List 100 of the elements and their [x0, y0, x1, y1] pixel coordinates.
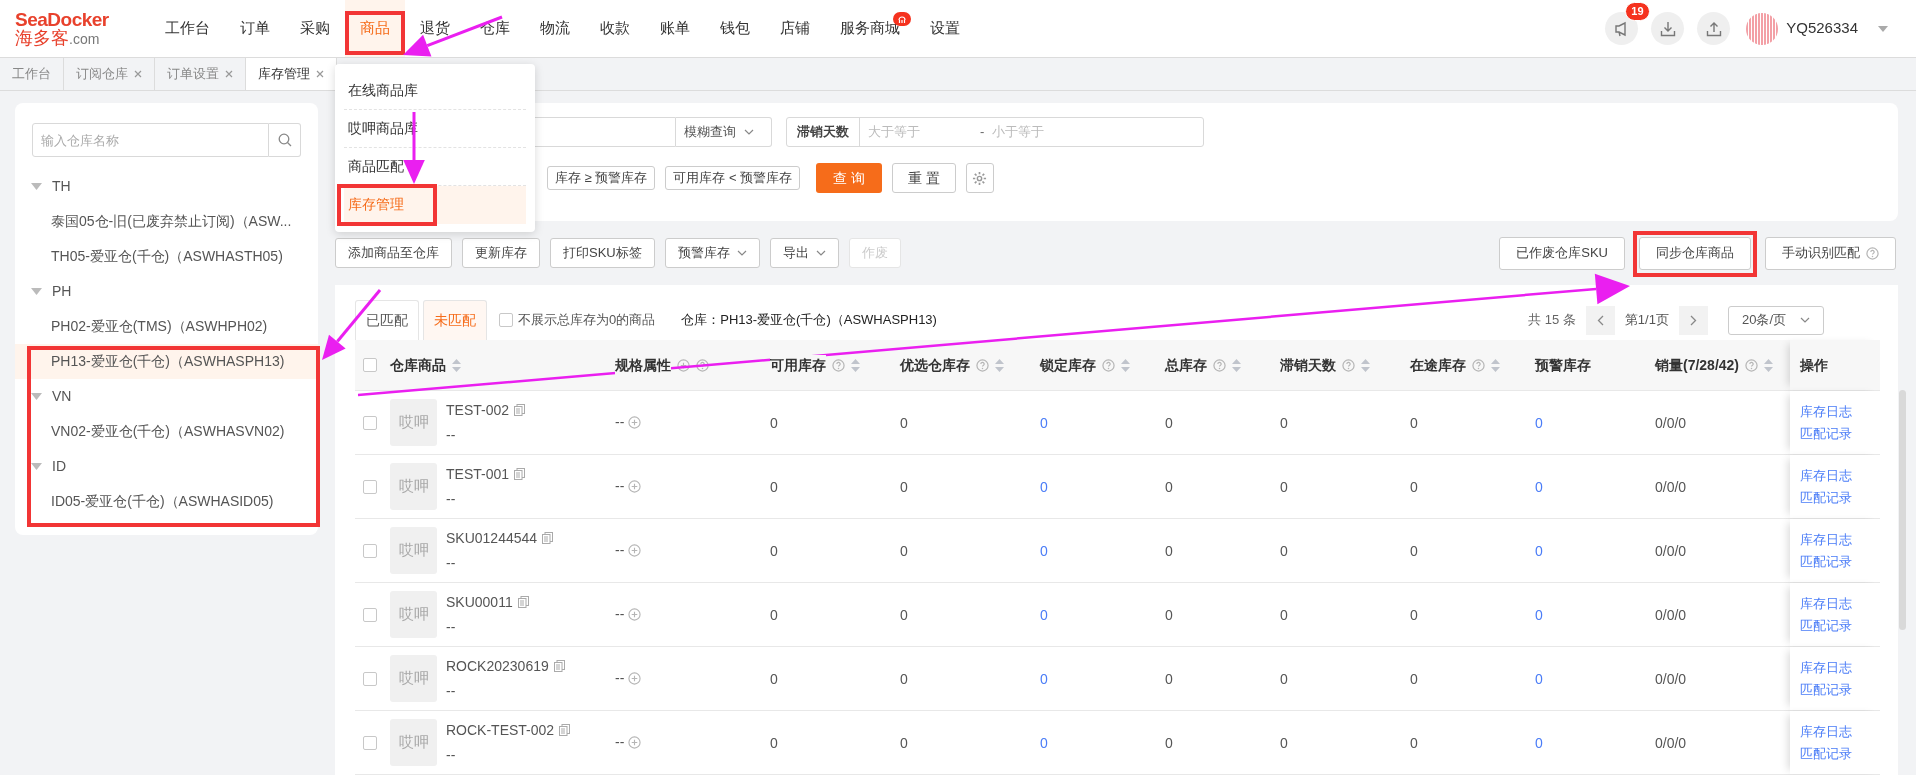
previous-page-button[interactable] [1585, 305, 1615, 335]
toolbar-button[interactable]: 手动识别匹配 [1765, 236, 1896, 270]
copy-icon[interactable] [553, 660, 565, 672]
sort-icon[interactable] [851, 358, 860, 372]
nav-item[interactable]: 订单 [225, 0, 285, 57]
copy-icon[interactable] [542, 532, 554, 544]
search-field[interactable]: 输入仓库名称 [32, 123, 269, 157]
quick-filter[interactable]: 可用库存 < 预警库存 [665, 166, 801, 190]
toolbar-button[interactable]: 同步仓库商品 [1639, 236, 1751, 270]
close-icon[interactable] [134, 70, 142, 78]
action-link[interactable]: 库存日志 [1800, 466, 1880, 486]
sort-icon[interactable] [1361, 358, 1370, 372]
add-icon[interactable] [628, 480, 642, 493]
row-checkbox[interactable] [363, 735, 377, 750]
next-page-button[interactable] [1678, 305, 1708, 335]
nav-item[interactable]: 设置 [915, 0, 975, 57]
caret-icon[interactable] [31, 393, 42, 400]
nav-item[interactable]: 钱包 [705, 0, 765, 57]
match-mode-select[interactable]: 模糊查询 [676, 117, 772, 147]
row-checkbox[interactable] [363, 415, 377, 430]
add-icon[interactable] [628, 736, 642, 749]
link[interactable]: 0 [1040, 606, 1048, 623]
copy-icon[interactable] [559, 724, 571, 736]
min-input[interactable]: 大于等于 [860, 118, 980, 146]
close-icon[interactable] [316, 70, 324, 78]
row-checkbox[interactable] [363, 479, 377, 494]
sort-icon[interactable] [1491, 358, 1500, 372]
link[interactable]: 0 [1040, 414, 1048, 431]
search-button[interactable] [269, 123, 301, 157]
tree-group[interactable]: ID [15, 449, 318, 484]
action-link[interactable]: 库存日志 [1800, 402, 1880, 422]
add-icon[interactable] [628, 416, 642, 429]
action-link[interactable]: 库存日志 [1800, 530, 1880, 550]
link[interactable]: 0 [1535, 606, 1543, 623]
row-checkbox[interactable] [363, 543, 377, 558]
copy-icon[interactable] [517, 596, 529, 608]
action-link[interactable]: 匹配记录 [1800, 743, 1880, 763]
scroll-bar[interactable] [1899, 390, 1906, 630]
toolbar-button[interactable]: 打印SKU标签 [550, 238, 655, 268]
quick-filter[interactable]: 库存 ≥ 预警库存 [547, 166, 656, 190]
max-input[interactable]: 小于等于 [984, 118, 1105, 146]
caret-icon[interactable] [1878, 25, 1888, 32]
settings-button[interactable] [965, 163, 994, 193]
nav-item[interactable]: 采购 [285, 0, 345, 57]
add-icon[interactable] [677, 358, 690, 372]
tree-item[interactable]: PH02-爱亚仓(TMS)（ASWHPH02) [15, 309, 318, 344]
action-link[interactable]: 匹配记录 [1800, 423, 1880, 443]
sort-icon[interactable] [995, 358, 1004, 372]
action-link[interactable]: 匹配记录 [1800, 551, 1880, 571]
close-icon[interactable] [225, 70, 233, 78]
action-link[interactable]: 库存日志 [1800, 722, 1880, 742]
action-link[interactable]: 匹配记录 [1800, 615, 1880, 635]
sort-icon[interactable] [1764, 358, 1774, 372]
sort-icon[interactable] [452, 358, 461, 372]
tree-item[interactable]: TH05-爱亚仓(千仓)（ASWHASTH05) [15, 239, 318, 274]
link[interactable]: 0 [1535, 542, 1543, 559]
page-size-select[interactable]: 20条/页 [1727, 305, 1824, 335]
row-checkbox[interactable] [363, 671, 377, 686]
nav-item[interactable]: 退货 [405, 0, 465, 57]
tree-item[interactable]: ID05-爱亚仓(千仓)（ASWHASID05) [15, 484, 318, 519]
toolbar-button[interactable]: 已作废仓库SKU [1499, 236, 1625, 270]
link[interactable]: 0 [1040, 670, 1048, 687]
row-checkbox[interactable] [363, 607, 377, 622]
reset-button[interactable]: 重 置 [892, 163, 956, 193]
toolbar-button[interactable]: 更新库存 [462, 238, 540, 268]
action-link[interactable]: 库存日志 [1800, 594, 1880, 614]
hide-zero-checkbox[interactable] [499, 313, 513, 327]
tree-group[interactable]: PH [15, 274, 318, 309]
select-all-checkbox[interactable] [363, 358, 377, 372]
tree-group[interactable]: VN [15, 379, 318, 414]
link[interactable]: 0 [1535, 414, 1543, 431]
tree-group[interactable]: TH [15, 169, 318, 204]
link[interactable]: 0 [1535, 478, 1543, 495]
user-name[interactable]: YQ526334 [1786, 17, 1858, 40]
toolbar-button[interactable]: 导出 [769, 238, 839, 268]
range-field[interactable]: 滞销天数 大于等于 - 小于等于 [786, 117, 1204, 147]
sort-icon[interactable] [1232, 358, 1241, 372]
page-tab[interactable]: 库存管理 [246, 58, 337, 90]
add-icon[interactable] [628, 608, 642, 621]
caret-icon[interactable] [31, 288, 42, 295]
link[interactable]: 0 [1535, 734, 1543, 751]
add-icon[interactable] [628, 672, 642, 685]
menu-item[interactable]: 在线商品库 [344, 72, 526, 110]
caret-icon[interactable] [31, 183, 42, 190]
nav-item[interactable]: 物流 [525, 0, 585, 57]
logo[interactable]: SeaDocker 海多客.com [15, 10, 150, 47]
toolbar-button[interactable]: 预警库存 [664, 238, 760, 268]
copy-icon[interactable] [514, 404, 526, 416]
caret-icon[interactable] [31, 463, 42, 470]
match-tab[interactable]: 已匹配 [355, 300, 419, 340]
action-link[interactable]: 库存日志 [1800, 658, 1880, 678]
nav-item[interactable]: 店铺 [765, 0, 825, 57]
add-icon[interactable] [628, 544, 642, 557]
action-link[interactable]: 匹配记录 [1800, 487, 1880, 507]
link[interactable]: 0 [1040, 478, 1048, 495]
link[interactable]: 0 [1040, 734, 1048, 751]
nav-item[interactable]: 收款 [585, 0, 645, 57]
download-button[interactable] [1651, 12, 1685, 45]
copy-icon[interactable] [514, 468, 526, 480]
tree-item[interactable]: VN02-爱亚仓(千仓)（ASWHASVN02) [15, 414, 318, 449]
